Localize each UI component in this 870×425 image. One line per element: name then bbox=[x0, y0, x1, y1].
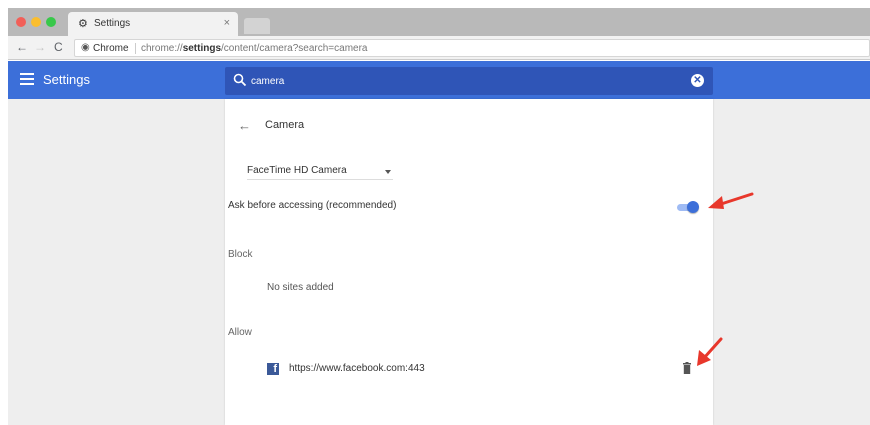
omnibox-url[interactable]: chrome://settings/content/camera?search=… bbox=[141, 43, 368, 54]
omnibox-divider bbox=[135, 43, 136, 54]
site-url: https://www.facebook.com:443 bbox=[289, 363, 425, 374]
camera-device-value: FaceTime HD Camera bbox=[247, 165, 347, 176]
browser-toolbar: ← → C ◉ Chrome chrome://settings/content… bbox=[8, 36, 870, 60]
gear-icon: ⚙ bbox=[78, 18, 88, 30]
menu-icon[interactable] bbox=[20, 73, 34, 85]
ask-before-accessing-toggle[interactable] bbox=[677, 201, 699, 213]
forward-button[interactable]: → bbox=[34, 40, 46, 54]
ask-before-accessing-label: Ask before accessing (recommended) bbox=[228, 200, 397, 211]
trash-icon[interactable] bbox=[682, 362, 692, 374]
minimize-window-button[interactable] bbox=[31, 17, 41, 27]
reload-button[interactable]: C bbox=[54, 40, 63, 54]
new-tab-button[interactable] bbox=[244, 18, 270, 34]
page-title: Settings bbox=[43, 72, 90, 87]
chrome-icon: ◉ bbox=[81, 42, 90, 53]
maximize-window-button[interactable] bbox=[46, 17, 56, 27]
settings-search[interactable]: ✕ bbox=[225, 67, 713, 95]
annotation-arrow-icon bbox=[697, 337, 723, 366]
allow-section-title: Allow bbox=[228, 327, 252, 338]
search-input[interactable] bbox=[251, 74, 671, 88]
clear-search-icon[interactable]: ✕ bbox=[691, 74, 704, 87]
tab-title: Settings bbox=[94, 18, 131, 29]
address-bar[interactable]: ◉ Chrome chrome://settings/content/camer… bbox=[74, 39, 870, 57]
list-item: f https://www.facebook.com:443 bbox=[267, 362, 697, 378]
block-empty-text: No sites added bbox=[267, 282, 334, 293]
close-window-button[interactable] bbox=[16, 17, 26, 27]
back-button[interactable]: ← bbox=[16, 40, 28, 54]
window-titlebar: ⚙ Settings × bbox=[8, 8, 870, 36]
annotation-arrow-icon bbox=[708, 192, 754, 209]
camera-settings-card: ← Camera FaceTime HD Camera Ask before a… bbox=[225, 99, 713, 425]
back-arrow-icon[interactable]: ← bbox=[238, 118, 251, 133]
tab-settings[interactable]: ⚙ Settings × bbox=[68, 12, 238, 36]
toggle-thumb bbox=[687, 201, 699, 213]
settings-header: Settings ✕ bbox=[8, 61, 870, 99]
block-section-title: Block bbox=[228, 249, 253, 260]
search-icon bbox=[233, 73, 247, 87]
camera-title: Camera bbox=[265, 119, 305, 131]
facebook-icon: f bbox=[267, 363, 279, 375]
close-tab-icon[interactable]: × bbox=[224, 17, 230, 29]
camera-device-select[interactable]: FaceTime HD Camera bbox=[247, 162, 393, 180]
chevron-down-icon bbox=[385, 170, 391, 174]
omnibox-site-label: Chrome bbox=[93, 43, 129, 54]
